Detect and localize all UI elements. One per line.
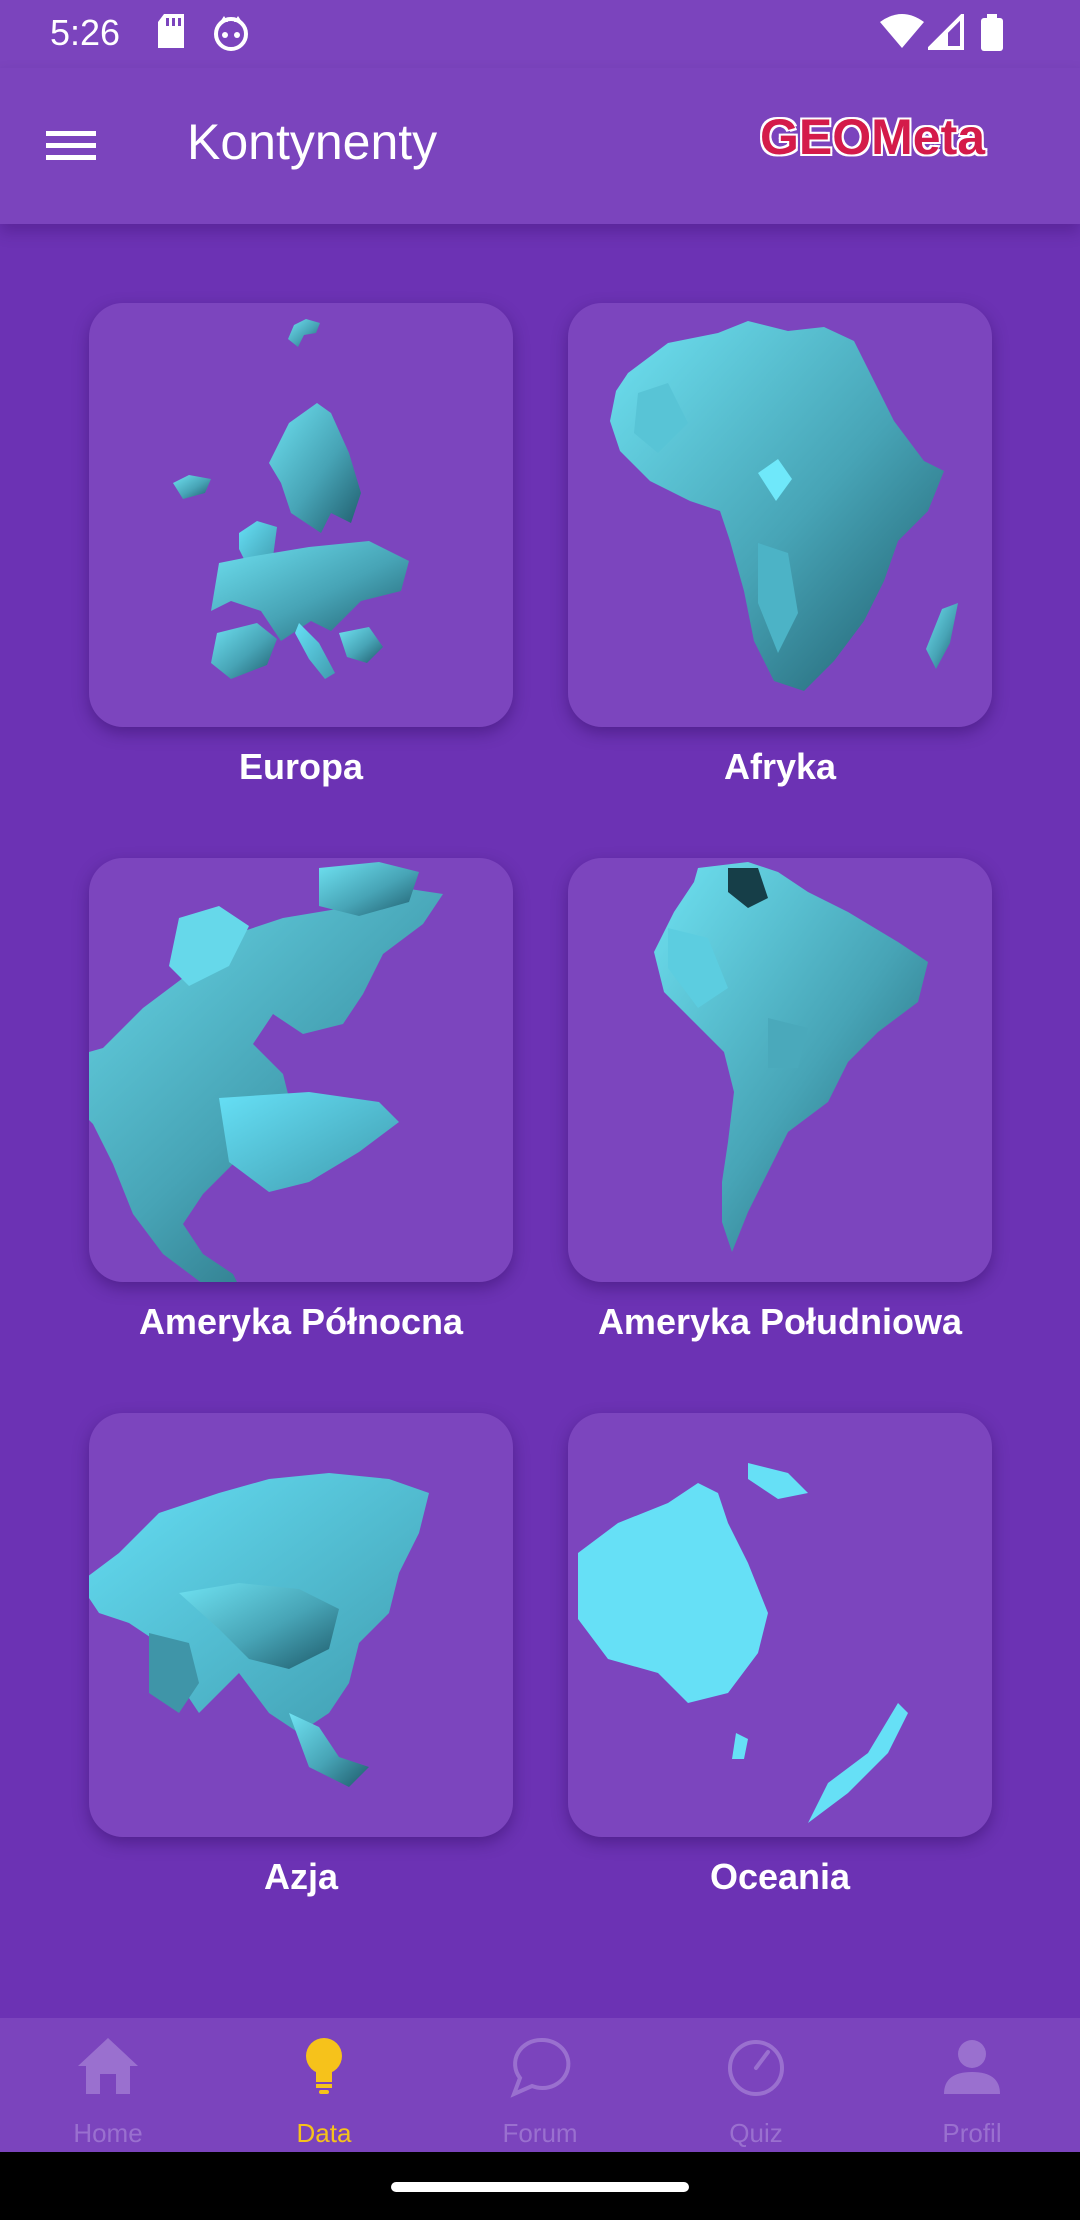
oceania-map-image <box>578 1463 908 1823</box>
asia-map-image <box>89 1473 429 1787</box>
nav-label-forum: Forum <box>502 2118 578 2148</box>
status-time: 5:26 <box>50 12 121 53</box>
system-navigation-bar <box>0 2152 1080 2220</box>
nav-label-data: Data <box>296 2118 352 2148</box>
continent-card-azja[interactable] <box>89 1413 513 1837</box>
continent-label-oceania: Oceania <box>709 1856 851 1897</box>
europe-map-image <box>173 319 409 679</box>
nav-item-forum[interactable]: Forum <box>432 2018 648 2152</box>
brand-logo: GEOMeta <box>760 109 986 165</box>
app-bar: Kontynenty GEOMeta <box>0 68 1080 224</box>
nav-label-home: Home <box>73 2118 143 2148</box>
hamburger-menu-icon <box>46 131 96 160</box>
nav-label-profil: Profil <box>942 2118 1002 2148</box>
cell-signal-icon <box>925 11 964 55</box>
africa-map-image <box>610 321 958 691</box>
nav-item-home[interactable]: Home <box>0 2018 216 2152</box>
sd-card-icon <box>156 14 186 55</box>
chat-bubble-icon <box>510 2037 571 2098</box>
page-title: Kontynenty <box>187 114 438 170</box>
continent-label-afryka: Afryka <box>723 746 837 787</box>
north-america-map-image <box>89 862 443 1282</box>
continent-card-ameryka-poludniowa[interactable] <box>568 858 992 1282</box>
south-america-map-image <box>654 862 928 1252</box>
nav-label-quiz: Quiz <box>729 2118 783 2148</box>
nav-item-data[interactable]: Data <box>216 2018 432 2152</box>
continent-card-afryka[interactable] <box>568 303 992 727</box>
menu-button[interactable] <box>36 112 106 174</box>
continent-label-azja: Azja <box>263 1856 339 1897</box>
lightbulb-icon <box>306 2038 342 2094</box>
battery-icon <box>980 14 1004 57</box>
continent-card-europa[interactable] <box>89 303 513 727</box>
continent-label-europa: Europa <box>238 746 363 787</box>
nav-item-profil[interactable]: Profil <box>864 2018 1080 2152</box>
home-icon <box>78 2038 138 2094</box>
bottom-nav: Home Data Forum Quiz Profil <box>0 2018 1080 2152</box>
app-notification-icon <box>212 14 250 57</box>
home-gesture-handle[interactable] <box>391 2182 689 2192</box>
person-icon <box>944 2040 1000 2094</box>
wifi-icon <box>880 14 924 55</box>
timer-icon <box>728 2040 784 2096</box>
continent-card-oceania[interactable] <box>568 1413 992 1837</box>
continent-card-ameryka-polnocna[interactable] <box>89 858 513 1282</box>
continent-label-ameryka-polnocna: Ameryka Północna <box>138 1301 464 1342</box>
nav-item-quiz[interactable]: Quiz <box>648 2018 864 2152</box>
continent-label-ameryka-poludniowa: Ameryka Południowa <box>597 1301 963 1342</box>
status-bar: 5:26 <box>0 0 1080 68</box>
